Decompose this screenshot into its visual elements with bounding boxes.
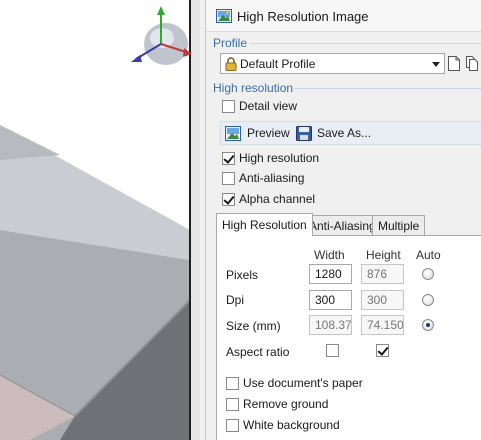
high-resolution-box[interactable] [222,152,235,165]
size-auto-radio[interactable] [422,319,434,331]
use-document-paper-box[interactable] [226,377,239,390]
aspect-ratio-label: Aspect ratio [226,345,290,359]
axis-orientation-gizmo-icon[interactable] [126,2,200,68]
anti-aliasing-checkbox[interactable]: Anti-aliasing [222,171,352,187]
high-resolution-label: High resolution [239,151,320,165]
hires-section-label: High resolution [213,81,294,95]
image-picture-icon [216,9,232,23]
pixels-width-field[interactable]: 1280 [309,264,352,284]
tab-high-resolution[interactable]: High Resolution [216,213,313,236]
tab-multiple[interactable]: Multiple [372,215,426,236]
pixels-label: Pixels [226,268,259,282]
column-header-auto: Auto [416,248,441,262]
size-height-field[interactable]: 74.150 [361,315,404,335]
chevron-down-icon [432,62,440,67]
preview-button[interactable]: Preview [225,125,290,142]
save-as-label: Save As... [317,126,372,140]
profile-dropdown[interactable]: Default Profile [220,53,445,74]
picture-icon [225,126,241,141]
alpha-channel-label: Alpha channel [239,192,316,206]
profile-section-label: Profile [213,36,248,50]
remove-ground-label: Remove ground [243,397,329,411]
high-resolution-checkbox[interactable]: High resolution [222,151,352,167]
lock-icon [225,57,237,71]
floppy-disk-icon [296,126,312,141]
save-as-button[interactable]: Save As... [296,125,386,142]
dpi-auto-radio[interactable] [422,294,434,306]
remove-ground-box[interactable] [226,398,239,411]
white-background-label: White background [243,418,340,432]
copy-document-icon[interactable] [465,55,479,72]
white-background-checkbox[interactable]: White background [226,418,376,434]
panel-titlebar: High Resolution Image [206,0,481,32]
new-document-icon[interactable] [447,55,461,72]
anti-aliasing-box[interactable] [222,172,235,185]
use-document-paper-checkbox[interactable]: Use document's paper [226,376,376,392]
high-resolution-panel: High Resolution Image Profile Default Pr… [205,0,481,440]
hires-section-divider [294,88,481,89]
aspect-ratio-width-checkbox[interactable] [326,344,339,357]
anti-aliasing-label: Anti-aliasing [239,171,305,185]
dpi-height-field[interactable]: 300 [361,290,404,310]
use-document-paper-label: Use document's paper [243,376,363,390]
viewport-3d[interactable] [0,0,200,440]
column-header-height: Height [366,248,401,262]
dpi-label: Dpi [226,293,245,307]
panel-title: High Resolution Image [237,9,369,24]
pixels-height-field[interactable]: 876 [361,264,404,284]
remove-ground-checkbox[interactable]: Remove ground [226,397,376,413]
tab-anti-aliasing[interactable]: Anti-Aliasing [303,215,382,236]
size-width-field[interactable]: 108.37 [309,315,352,335]
preview-label: Preview [247,126,290,140]
detail-view-label: Detail view [239,99,298,113]
white-background-box[interactable] [226,419,239,432]
detail-view-box[interactable] [222,100,235,113]
alpha-channel-box[interactable] [222,193,235,206]
profile-value: Default Profile [240,57,316,71]
size-label: Size (mm) [226,319,281,333]
dpi-width-field[interactable]: 300 [309,290,352,310]
column-header-width: Width [314,248,345,262]
aspect-ratio-height-checkbox[interactable] [376,344,389,357]
profile-section-divider [250,43,481,44]
preview-toolbar: Preview Save As... [220,121,481,145]
pixels-auto-radio[interactable] [422,268,434,280]
detail-view-checkbox[interactable]: Detail view [222,99,342,115]
alpha-channel-checkbox[interactable]: Alpha channel [222,192,352,208]
